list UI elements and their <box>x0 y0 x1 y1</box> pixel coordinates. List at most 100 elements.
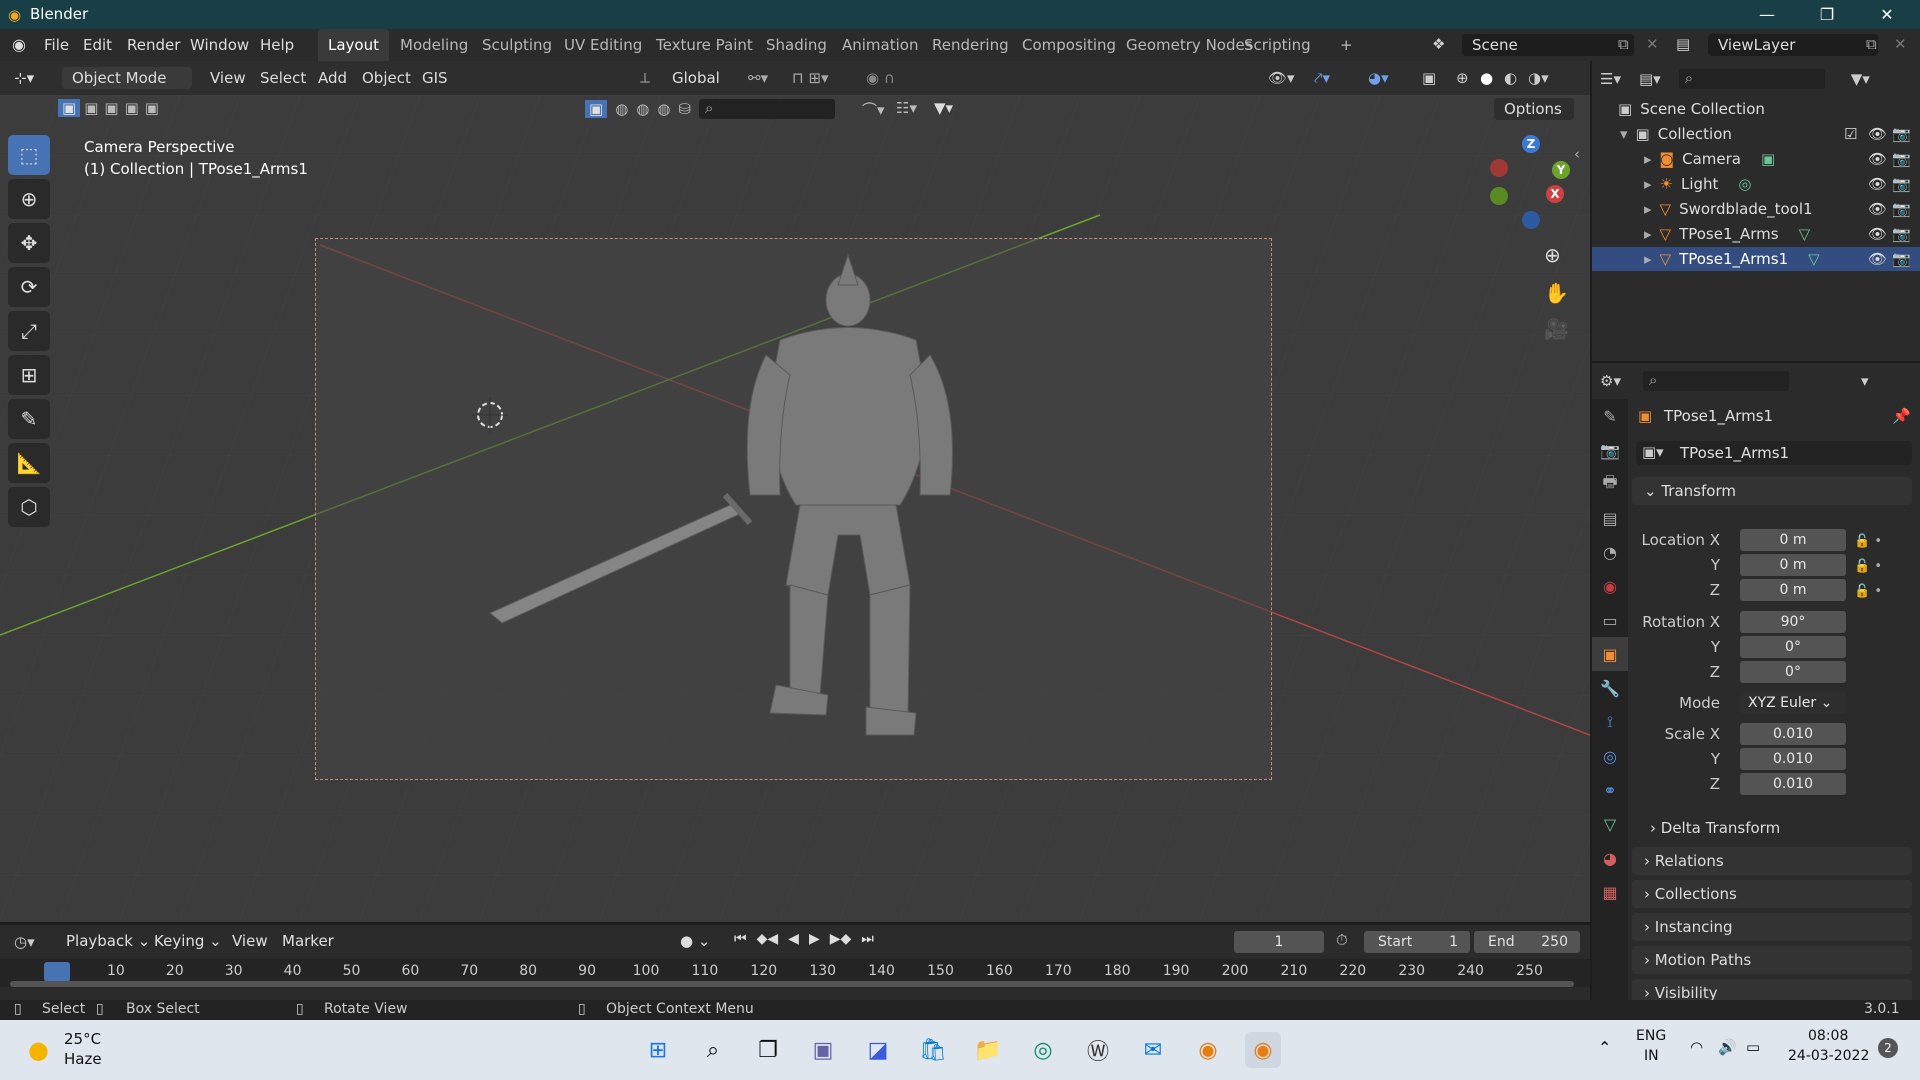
filter-icon-5[interactable]: ⛁ <box>678 100 691 118</box>
tab-compositing[interactable]: Compositing <box>1012 29 1126 61</box>
keying-menu[interactable]: Keying ⌄ <box>154 932 222 950</box>
render-camera-icon[interactable]: 📷 <box>1892 125 1911 143</box>
eye-icon[interactable]: 👁 <box>1868 250 1887 268</box>
expand-icon[interactable]: ▸ <box>1644 225 1652 243</box>
menu-object[interactable]: Object <box>362 66 411 90</box>
collections-panel-header[interactable]: › Collections <box>1632 880 1912 908</box>
menu-render[interactable]: Render <box>127 36 180 54</box>
scale-z-field[interactable]: 0.010 <box>1740 773 1846 795</box>
physics-tab-icon[interactable]: ◎ <box>1592 739 1628 773</box>
editor-type-icon[interactable]: ⊹▾ <box>14 66 34 90</box>
menu-select[interactable]: Select <box>260 66 306 90</box>
cursor-tool-icon[interactable]: ⊕ <box>8 179 50 219</box>
pivot-icon[interactable]: ⚯▾ <box>748 66 768 90</box>
menu-file[interactable]: File <box>44 36 69 54</box>
xray-icon[interactable]: ▣ <box>1422 66 1436 90</box>
constraints-tab-icon[interactable]: ⚭ <box>1592 773 1628 807</box>
outliner-scene-collection[interactable]: ▣ Scene Collection <box>1592 97 1920 121</box>
menu-edit[interactable]: Edit <box>83 36 112 54</box>
minimize-button[interactable]: — <box>1740 0 1794 29</box>
windows-start-icon[interactable]: ⊞ <box>640 1032 676 1068</box>
teams-chat-icon[interactable]: ▣ <box>805 1032 841 1068</box>
remove-scene-icon[interactable]: ✕ <box>1646 35 1659 53</box>
properties-editor-icon[interactable]: ⚙▾ <box>1600 372 1621 390</box>
render-camera-icon[interactable]: 📷 <box>1892 175 1911 193</box>
output-tab-icon[interactable]: 🖶 <box>1592 467 1628 501</box>
eye-icon[interactable]: 👁 <box>1868 150 1887 168</box>
wireframe-shading-icon[interactable]: ⊕ <box>1456 66 1469 90</box>
select-subtract-icon[interactable]: ▣ <box>104 99 118 117</box>
tab-animation[interactable]: Animation <box>832 29 928 61</box>
relations-panel-header[interactable]: › Relations <box>1632 847 1912 875</box>
proportional-edit-icon[interactable]: ◉ ∩ <box>866 66 895 90</box>
expand-icon[interactable]: ▸ <box>1644 250 1652 268</box>
expand-icon[interactable]: ▸ <box>1644 175 1652 193</box>
gizmo-neg-z[interactable] <box>1522 211 1540 229</box>
new-view-layer-icon[interactable]: ⧉ <box>1866 35 1877 53</box>
transform-tool-icon[interactable]: ⊞ <box>8 355 50 395</box>
menu-help[interactable]: Help <box>260 36 294 54</box>
tab-rendering[interactable]: Rendering <box>922 29 1019 61</box>
render-camera-icon[interactable]: 📷 <box>1892 200 1911 218</box>
menu-add[interactable]: Add <box>318 66 347 90</box>
data-tab-icon[interactable]: ▽ <box>1592 807 1628 841</box>
object-datablock-field[interactable]: ▣▾ TPose1_Arms1 <box>1636 441 1912 465</box>
tab-layout[interactable]: Layout <box>318 29 389 61</box>
move-tool-icon[interactable]: ✥ <box>8 223 50 263</box>
pin-icon[interactable]: 📌 <box>1892 407 1911 425</box>
select-intersect-icon[interactable]: ▣ <box>145 99 159 117</box>
task-view-icon[interactable]: ❐ <box>750 1032 786 1068</box>
wifi-icon[interactable]: ◠ <box>1690 1038 1703 1056</box>
weather-desc[interactable]: Haze <box>64 1050 102 1068</box>
wordpress-icon[interactable]: Ⓦ <box>1080 1032 1116 1068</box>
lock-icon[interactable]: 🔓 • <box>1854 579 1904 604</box>
object-tab-icon[interactable]: ▣ <box>1592 637 1628 671</box>
outliner-item-light[interactable]: ▸ ☀ Light ◎ 👁 📷 <box>1592 172 1920 196</box>
menu-window[interactable]: Window <box>190 36 249 54</box>
options-dropdown[interactable]: Options <box>1494 98 1574 120</box>
timeline-view-menu[interactable]: View <box>232 932 268 950</box>
navigation-gizmo[interactable]: Z Y X <box>1480 135 1580 235</box>
jump-start-icon[interactable]: ⏮ <box>734 931 747 947</box>
record-icon[interactable]: ● ⌄ <box>680 932 710 950</box>
select-invert-icon[interactable]: ▣ <box>125 99 139 117</box>
next-keyframe-icon[interactable]: ▶◆ <box>830 931 852 947</box>
motion-paths-panel-header[interactable]: › Motion Paths <box>1632 946 1912 974</box>
clock-date[interactable]: 24-03-2022 <box>1788 1048 1869 1064</box>
scene-tab-icon[interactable]: ◔ <box>1592 535 1628 569</box>
solid-shading-icon[interactable]: ● <box>1480 66 1493 90</box>
shading-options-icon[interactable]: ⌒▾ <box>862 99 885 120</box>
modifier-tab-icon[interactable]: 🔧 <box>1592 671 1628 705</box>
weather-sun-icon[interactable]: ● <box>28 1036 49 1064</box>
file-explorer-icon[interactable]: 📁 <box>970 1032 1006 1068</box>
lock-icon[interactable]: 🔓 • <box>1854 529 1904 554</box>
outliner-search-input[interactable]: ⌕ <box>1678 69 1825 89</box>
transform-panel-header[interactable]: ⌄ Transform <box>1632 477 1912 505</box>
lock-icon[interactable]: 🔓 • <box>1854 554 1904 579</box>
mode-dropdown[interactable]: Object Mode <box>62 67 192 89</box>
snap-icon[interactable]: ⊓ ⊞▾ <box>792 66 829 90</box>
camera-view-icon[interactable]: 🎥 <box>1544 317 1569 341</box>
filter-icon-4[interactable]: ◍ <box>657 100 670 118</box>
timeline-editor-icon[interactable]: ◷▾ <box>14 933 35 951</box>
new-scene-icon[interactable]: ⧉ <box>1618 35 1629 53</box>
tab-texture-paint[interactable]: Texture Paint <box>646 29 763 61</box>
jump-end-icon[interactable]: ⏭ <box>861 931 874 947</box>
gizmo-y-axis[interactable]: Y <box>1552 161 1570 179</box>
world-tab-icon[interactable]: ◉ <box>1592 569 1628 603</box>
tab-sculpting[interactable]: Sculpting <box>472 29 562 61</box>
rotation-z-field[interactable]: 0° <box>1740 661 1846 683</box>
app-launcher-icon[interactable]: ◪ <box>860 1032 896 1068</box>
location-x-field[interactable]: 0 m <box>1740 529 1846 551</box>
texture-tab-icon[interactable]: ▦ <box>1592 875 1628 909</box>
playhead[interactable] <box>44 962 70 982</box>
expand-icon[interactable]: ▸ <box>1644 200 1652 218</box>
overlay-icon[interactable]: ◕▾ <box>1368 66 1389 90</box>
delta-transform-subpanel[interactable]: › Delta Transform <box>1650 819 1780 837</box>
display-filter-icon[interactable]: ☷▾ <box>896 99 917 117</box>
scale-tool-icon[interactable]: ⤢ <box>8 311 50 351</box>
mail-icon[interactable]: ✉ <box>1135 1032 1171 1068</box>
gizmo-icon[interactable]: ⤤▾ <box>1314 66 1330 90</box>
pan-hand-icon[interactable]: ✋ <box>1544 281 1569 305</box>
weather-temp[interactable]: 25°C <box>64 1030 101 1048</box>
